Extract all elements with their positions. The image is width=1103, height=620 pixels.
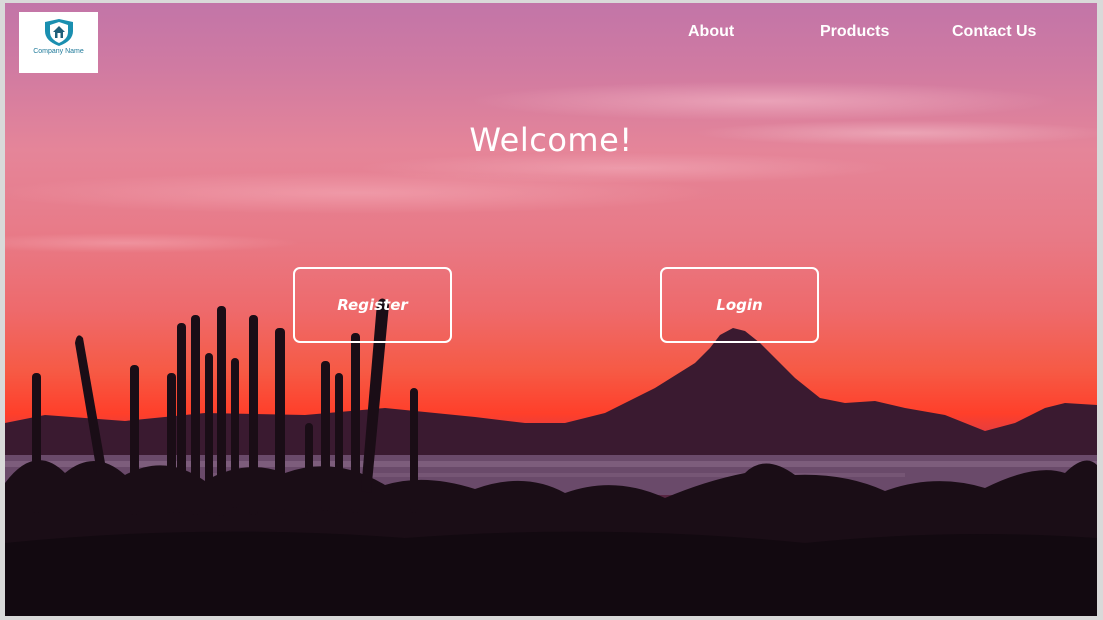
nav-products[interactable]: Products xyxy=(820,23,889,41)
nav-contact-us[interactable]: Contact Us xyxy=(952,23,1036,41)
page-frame: Company Name About Products Contact Us W… xyxy=(5,3,1097,616)
welcome-heading: Welcome! xyxy=(469,121,633,159)
landscape-silhouette xyxy=(5,298,1097,616)
house-shield-icon xyxy=(45,19,73,46)
register-button-label: Register xyxy=(337,296,408,314)
register-button[interactable]: Register xyxy=(293,267,452,343)
login-button[interactable]: Login xyxy=(660,267,819,343)
nav-about[interactable]: About xyxy=(688,23,734,41)
login-button-label: Login xyxy=(716,296,763,314)
company-name: Company Name xyxy=(33,48,84,55)
company-logo[interactable]: Company Name xyxy=(19,12,98,73)
